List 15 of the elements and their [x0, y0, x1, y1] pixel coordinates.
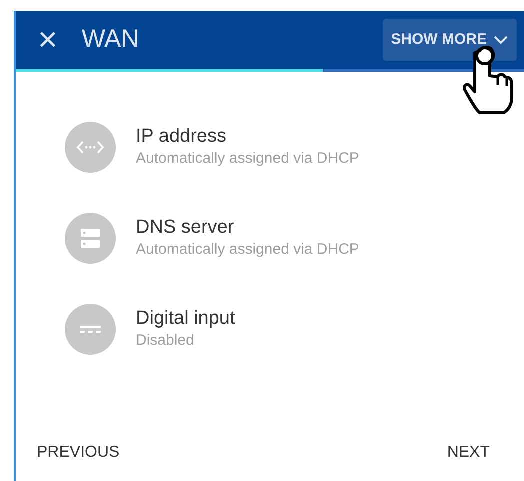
- item-title: DNS server: [136, 217, 236, 240]
- code-dots-icon: [65, 122, 116, 173]
- item-subtitle: Disabled: [136, 331, 196, 351]
- chevron-down-icon: [493, 35, 509, 45]
- previous-button[interactable]: PREVIOUS: [37, 441, 120, 465]
- next-button[interactable]: NEXT: [447, 441, 490, 465]
- close-button[interactable]: ×: [38, 23, 58, 57]
- item-title: IP address: [136, 126, 228, 150]
- item-title: Digital input: [136, 308, 236, 332]
- item-subtitle: Automatically assigned via DHCP: [136, 240, 360, 260]
- item-subtitle: Automatically assigned via DHCP: [136, 149, 360, 169]
- direct-current-icon: [65, 304, 116, 355]
- show-more-button[interactable]: SHOW MORE: [383, 18, 517, 62]
- dialog-title: WAN: [82, 24, 140, 56]
- server-icon: [65, 213, 116, 264]
